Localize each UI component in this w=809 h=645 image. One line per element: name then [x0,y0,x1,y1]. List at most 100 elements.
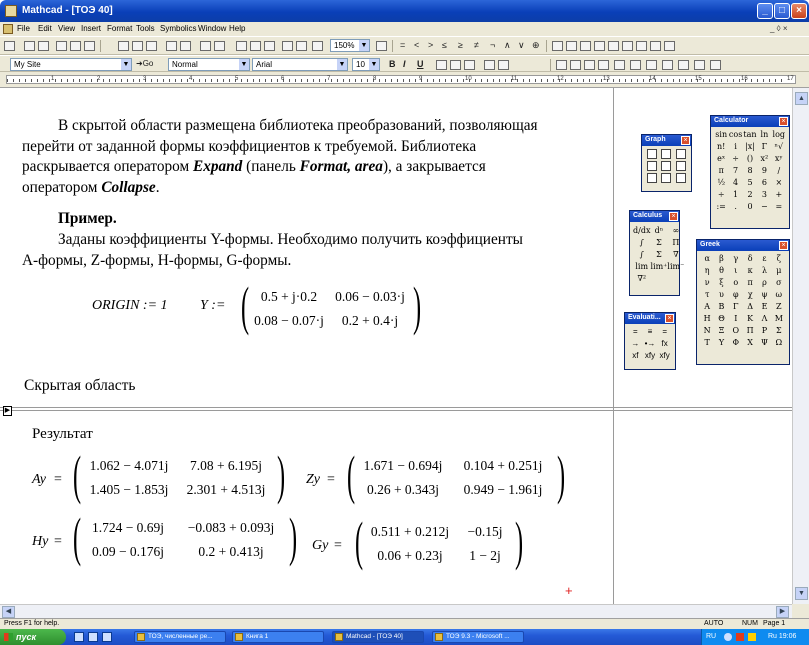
evaluation-key[interactable]: = [657,326,672,338]
print-preview-icon[interactable] [70,41,81,51]
chevron-down-icon[interactable]: ▼ [239,59,249,70]
superscript-icon[interactable] [584,60,595,70]
xor-icon[interactable]: ⊕ [532,40,540,51]
greek-key[interactable]: ρ [757,277,771,289]
greek-key[interactable]: Η [700,313,714,325]
infinity-icon[interactable]: ∞ [667,225,684,237]
ruler[interactable]: 1 2 3 4 5 6 7 8 9 10 11 12 13 14 15 16 17 [0,72,809,88]
xy-plot-icon[interactable] [647,149,658,159]
calculator-key[interactable]: . [728,201,742,213]
close-icon[interactable]: × [779,117,788,126]
greek-key[interactable]: μ [772,265,786,277]
task-word[interactable]: ТОЭ 9.3 - Microsoft ... [432,631,524,643]
origin-definition[interactable]: ORIGIN := 1 [92,298,168,314]
calculator-key[interactable]: sin [714,129,728,141]
new-icon[interactable] [4,41,15,51]
calculator-key[interactable]: () [743,153,757,165]
indefinite-integral-icon[interactable]: ∫ [633,249,650,261]
chevron-down-icon[interactable]: ▼ [369,59,379,70]
scroll-left-icon[interactable]: ◀ [2,606,15,618]
task-book1[interactable]: Книга 1 [232,631,324,643]
calculator-key[interactable]: ½ [714,177,728,189]
close-icon[interactable]: × [669,212,678,221]
calculator-key[interactable]: n! [714,141,728,153]
calculator-key[interactable]: ÷ [728,153,742,165]
calculator-key[interactable]: 3 [757,189,771,201]
calculator-key[interactable]: 1 [728,189,742,201]
evaluation-key[interactable]: → [628,338,643,350]
menu-format[interactable]: Format [107,24,132,33]
menu-view[interactable]: View [58,24,75,33]
greek-key[interactable]: σ [772,277,786,289]
network-icon[interactable] [724,633,732,641]
gy-matrix[interactable]: () 0.511 + 0.212j −0.15j 0.06 + 0.23j 1 − 2j [350,514,524,568]
greek-palette[interactable]: Greek × αβγδεζ ηθικλμ νξοπρσ τυφχψω ΑΒΓΔΕΖ ΗΘ… [696,239,790,365]
menu-file[interactable]: File [17,24,30,33]
greek-key[interactable]: Λ [757,313,771,325]
greek-key[interactable]: Ν [700,325,714,337]
calculate-icon[interactable] [264,41,275,51]
less-than-icon[interactable]: < [414,40,419,50]
close-icon[interactable]: × [665,314,674,323]
calculator-key[interactable]: log [772,129,786,141]
evaluation-palette[interactable]: Evaluati... × = ≡ = → •→ fx xf xfy xfy [624,312,676,370]
column-icon[interactable] [630,60,641,70]
graph-toolbar-icon[interactable] [566,41,577,51]
insert-function-icon[interactable] [236,41,247,51]
font-select[interactable]: Arial ▼ [252,58,348,71]
greek-key[interactable]: Ι [729,313,743,325]
greek-key[interactable]: κ [743,265,757,277]
menu-help[interactable]: Help [229,24,245,33]
document-icon[interactable] [3,24,13,34]
run-script-icon[interactable] [312,41,323,51]
align-down-icon[interactable] [214,41,225,51]
y-matrix[interactable]: () 0.5 + j·0.2 0.06 − 0.03·j 0.08 − 0.07·j 0… [236,279,422,333]
matrix-toolbar-icon[interactable] [580,41,591,51]
internet-explorer-icon[interactable] [88,632,98,642]
greek-key[interactable]: β [714,253,728,265]
greek-key[interactable]: Μ [772,313,786,325]
numbering-icon[interactable] [498,60,509,70]
greek-key[interactable]: ο [729,277,743,289]
calculator-key[interactable]: cos [728,129,742,141]
contour-plot-icon[interactable] [675,161,686,171]
greek-key[interactable]: Κ [743,313,757,325]
italic-button[interactable]: I [403,59,406,69]
result-label[interactable]: Результат [32,424,93,445]
zy-matrix[interactable]: () 1.671 − 0.694j 0.104 + 0.251j 0.26 + 0.3… [342,448,566,502]
close-icon[interactable]: × [681,136,690,145]
calculator-palette-title[interactable]: Calculator [711,116,789,127]
greek-key[interactable]: ι [729,265,743,277]
not-icon[interactable]: ¬ [490,40,495,50]
antivirus-icon[interactable] [736,633,744,641]
calculator-key[interactable]: eˣ [714,153,728,165]
align-across-icon[interactable] [200,41,211,51]
menu-insert[interactable]: Insert [81,24,101,33]
align-center-icon[interactable] [450,60,461,70]
chevron-down-icon[interactable]: ▼ [337,59,347,70]
ay-matrix[interactable]: () 1.062 − 4.071j 7.08 + 6.195j 1.405 − 1.8… [68,448,286,502]
task-paragraph[interactable]: Заданы коэффициенты Y-формы. Необходимо … [22,230,612,271]
evaluation-key[interactable]: fx [657,338,672,350]
greek-key[interactable]: ν [700,277,714,289]
zoom-icon[interactable] [661,149,672,159]
boolean-toolbar-icon[interactable] [622,41,633,51]
calculator-key[interactable]: 6 [757,177,771,189]
limit-left-icon[interactable]: lim⁻ [667,261,684,273]
greek-key[interactable]: ε [757,253,771,265]
transpose-icon[interactable] [646,60,657,70]
greek-key[interactable]: Θ [714,313,728,325]
symbolic-toolbar-icon[interactable] [664,41,675,51]
zoom-select[interactable]: 150% ▼ [330,39,370,52]
greek-key[interactable]: Σ [772,325,786,337]
vector-field-icon[interactable] [675,173,686,183]
greek-palette-title[interactable]: Greek [697,240,789,251]
insert-hyperlink-icon[interactable] [282,41,293,51]
evaluation-key[interactable]: ≡ [643,326,658,338]
calculus-palette[interactable]: Calculus × d/dx dⁿ ∞ ∫ Σ Π ∫ Σ ∇ lim lim… [629,210,684,296]
menu-edit[interactable]: Edit [38,24,52,33]
greek-toolbar-icon[interactable] [650,41,661,51]
greek-key[interactable]: Χ [743,337,757,349]
calculator-toolbar-icon[interactable] [552,41,563,51]
summation-icon[interactable]: Σ [650,237,667,249]
